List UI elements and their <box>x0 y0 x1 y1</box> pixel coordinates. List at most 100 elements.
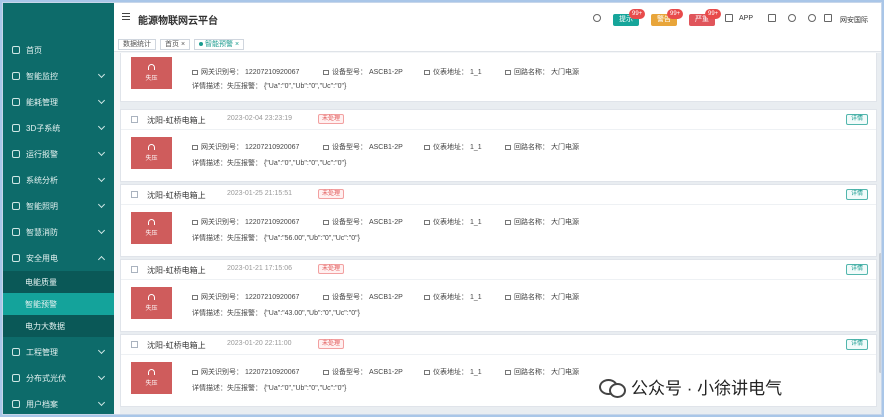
gateway-id: 网关识别号： 12207210920067 <box>192 217 299 227</box>
gateway-id: 网关识别号： 12207210920067 <box>192 367 299 377</box>
card-checkbox[interactable] <box>131 116 138 123</box>
address-text: 仪表地址： 1_1 <box>433 219 482 226</box>
search-icon[interactable] <box>593 14 601 22</box>
status-badge: 未处理 <box>318 114 345 124</box>
clock-icon[interactable] <box>788 14 796 22</box>
loop-name: 回路名称： 大门电源 <box>505 217 579 227</box>
detail-button[interactable]: 详情 <box>845 189 868 200</box>
meter-address: 仪表地址： 1_1 <box>424 217 482 227</box>
detail-button[interactable]: 详情 <box>845 339 868 350</box>
app-link[interactable]: APP <box>739 15 753 22</box>
sidebar-sub-smart-warning[interactable]: 智能预警 <box>3 293 114 315</box>
sidebar-item-home[interactable]: 首页 <box>3 37 114 63</box>
card-checkbox[interactable] <box>131 191 138 198</box>
menu-icon[interactable] <box>122 13 130 20</box>
sidebar-item-alarm[interactable]: 运行报警 <box>3 141 114 167</box>
gateway-icon <box>192 69 198 75</box>
meter-icon <box>424 219 430 225</box>
detail-button[interactable]: 详情 <box>845 114 868 125</box>
sidebar-item-label: 智慧消防 <box>26 227 58 237</box>
sidebar-item-label: 用户档案 <box>26 399 58 409</box>
alarm-label: 失压 <box>145 381 158 387</box>
gateway-text: 网关识别号： 12207210920067 <box>201 294 300 301</box>
alarm-type-box: 失压 <box>131 362 172 394</box>
device-text: 设备型号： ASCB1-2P <box>332 219 403 226</box>
sidebar-item-3d[interactable]: 3D子系统 <box>3 115 114 141</box>
chevron-down-icon <box>97 174 106 183</box>
card-checkbox[interactable] <box>131 341 138 348</box>
card-header: 沈阳-虹桥电箱上 2023-01-21 17:15:06 未处理 详情 <box>121 260 876 280</box>
sidebar-item-fire[interactable]: 智慧消防 <box>3 219 114 245</box>
sidebar-item-users[interactable]: 用户档案 <box>3 391 114 414</box>
device-text: 设备型号： ASCB1-2P <box>332 369 403 376</box>
gateway-text: 网关识别号： 12207210920067 <box>201 369 300 376</box>
loop-text: 回路名称： 大门电源 <box>514 294 579 301</box>
detail-description: 详情描述：失压报警： {"Ua":"0","Ub":"0","Uc":"0"} <box>192 160 347 167</box>
tab-data-stats[interactable]: 数据统计 <box>118 39 156 50</box>
status-badge: 未处理 <box>318 339 345 349</box>
loop-text: 回路名称： 大门电源 <box>514 144 579 151</box>
gateway-icon <box>192 144 198 150</box>
alarm-label: 失压 <box>145 76 158 82</box>
detail-description: 详情描述：失压报警： {"Ua":"0","Ub":"0","Uc":"0"} <box>192 83 347 90</box>
tab-smart-warning[interactable]: 智能预警 × <box>194 39 245 50</box>
vertical-scrollbar[interactable] <box>879 253 881 373</box>
tab-home[interactable]: 首页 × <box>160 39 191 50</box>
sidebar-item-lighting[interactable]: 智能照明 <box>3 193 114 219</box>
sidebar-item-analysis[interactable]: 系统分析 <box>3 167 114 193</box>
active-dot-icon <box>199 42 203 47</box>
meter-icon <box>424 294 430 300</box>
wechat-watermark: 公众号 · 小徐讲电气 <box>599 373 782 399</box>
bell-icon <box>148 64 155 70</box>
device-model: 设备型号： ASCB1-2P <box>323 217 403 227</box>
sidebar-sub-big-data[interactable]: 电力大数据 <box>3 315 114 337</box>
gateway-text: 网关识别号： 12207210920067 <box>201 144 300 151</box>
user-name[interactable]: 网安国际 <box>840 15 868 25</box>
loop-name: 回路名称： 大门电源 <box>505 367 579 377</box>
bell-icon <box>148 369 155 375</box>
sidebar-item-safe-power[interactable]: 安全用电 <box>3 245 114 271</box>
meter-address: 仪表地址： 1_1 <box>424 67 482 77</box>
alarm-label: 失压 <box>145 231 158 237</box>
help-icon[interactable] <box>808 14 816 22</box>
sidebar-sub-power-quality[interactable]: 电能质量 <box>3 271 114 293</box>
monitor-icon <box>12 72 20 80</box>
alarm-type-box: 失压 <box>131 212 172 244</box>
sidebar-item-label: 智能监控 <box>26 71 58 81</box>
sidebar-item-label: 分布式光伏 <box>26 373 66 383</box>
device-icon <box>323 144 329 150</box>
detail-button[interactable]: 详情 <box>845 264 868 275</box>
chevron-down-icon <box>97 346 106 355</box>
loop-icon <box>505 294 511 300</box>
card-header: 沈阳-虹桥电箱上 2023-01-20 22:11:00 未处理 详情 <box>121 335 876 355</box>
sidebar: 首页 智能监控 能耗管理 3D子系统 运行报警 系统分析 智能照明 智慧消防 安… <box>3 3 114 414</box>
sidebar-item-energy[interactable]: 能耗管理 <box>3 89 114 115</box>
card-checkbox[interactable] <box>131 266 138 273</box>
device-icon <box>323 69 329 75</box>
card-title: 沈阳-虹桥电箱上 <box>147 341 206 350</box>
device-icon <box>323 219 329 225</box>
loop-text: 回路名称： 大门电源 <box>514 219 579 226</box>
address-text: 仪表地址： 1_1 <box>433 144 482 151</box>
device-icon <box>323 369 329 375</box>
fullscreen-icon[interactable] <box>768 14 776 22</box>
bulb-icon <box>12 202 20 210</box>
sidebar-item-pv[interactable]: 分布式光伏 <box>3 365 114 391</box>
shield-icon <box>12 254 20 262</box>
alarm-type-box: 失压 <box>131 137 172 169</box>
sidebar-item-project[interactable]: 工程管理 <box>3 339 114 365</box>
gateway-text: 网关识别号： 12207210920067 <box>201 219 300 226</box>
gateway-id: 网关识别号： 12207210920067 <box>192 142 299 152</box>
sound-icon[interactable] <box>725 14 733 22</box>
detail-description: 详情描述：失压报警： {"Ua":"43.00","Ub":"0","Uc":"… <box>192 310 360 317</box>
close-icon[interactable]: × <box>235 41 239 48</box>
meter-address: 仪表地址： 1_1 <box>424 292 482 302</box>
close-icon[interactable]: × <box>181 41 185 48</box>
sidebar-item-monitor[interactable]: 智能监控 <box>3 63 114 89</box>
badge-count: 99+ <box>629 9 646 19</box>
app-title: 能源物联网云平台 <box>138 16 218 27</box>
shirt-icon[interactable] <box>824 14 832 22</box>
card-title: 沈阳-虹桥电箱上 <box>147 266 206 275</box>
loop-icon <box>505 219 511 225</box>
gateway-icon <box>192 369 198 375</box>
